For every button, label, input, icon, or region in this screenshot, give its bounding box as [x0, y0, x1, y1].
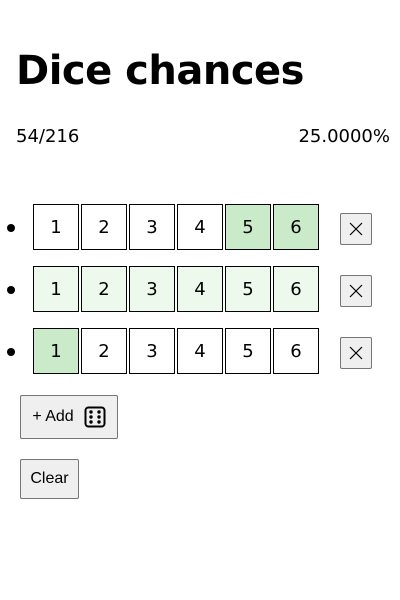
die-face[interactable]: 6 — [273, 204, 319, 250]
die-face[interactable]: 1 — [33, 266, 79, 312]
die-face[interactable]: 3 — [129, 266, 175, 312]
die-face[interactable]: 5 — [225, 266, 271, 312]
page-title: Dice chances — [16, 48, 304, 94]
die-face[interactable]: 4 — [177, 328, 223, 374]
die-face[interactable]: 1 — [33, 328, 79, 374]
list-bullet — [7, 348, 15, 356]
die-face[interactable]: 5 — [225, 328, 271, 374]
die-face[interactable]: 3 — [129, 328, 175, 374]
clear-button[interactable]: Clear — [20, 459, 79, 499]
add-die-button[interactable]: + Add — [20, 395, 118, 439]
die-faces: 1 2 3 4 5 6 — [33, 328, 319, 374]
fraction-text: 54/216 — [16, 126, 80, 147]
die-faces: 1 2 3 4 5 6 — [33, 266, 319, 312]
die-face[interactable]: 4 — [177, 204, 223, 250]
remove-die-button[interactable] — [340, 337, 372, 369]
close-icon — [349, 222, 363, 236]
die-face[interactable]: 2 — [81, 266, 127, 312]
die-face[interactable]: 6 — [273, 266, 319, 312]
die-face[interactable]: 4 — [177, 266, 223, 312]
close-icon — [349, 284, 363, 298]
dice-six-icon — [84, 406, 106, 428]
die-face[interactable]: 3 — [129, 204, 175, 250]
die-faces: 1 2 3 4 5 6 — [33, 204, 319, 250]
die-face[interactable]: 5 — [225, 204, 271, 250]
die-face[interactable]: 2 — [81, 328, 127, 374]
list-bullet — [7, 286, 15, 294]
close-icon — [349, 346, 363, 360]
list-bullet — [7, 224, 15, 232]
remove-die-button[interactable] — [340, 213, 372, 245]
die-face[interactable]: 2 — [81, 204, 127, 250]
add-label: + Add — [32, 408, 74, 425]
probability-summary: 54/216 25.0000% — [16, 126, 390, 147]
die-face[interactable]: 6 — [273, 328, 319, 374]
die-face[interactable]: 1 — [33, 204, 79, 250]
percentage-text: 25.0000% — [298, 126, 390, 147]
remove-die-button[interactable] — [340, 275, 372, 307]
